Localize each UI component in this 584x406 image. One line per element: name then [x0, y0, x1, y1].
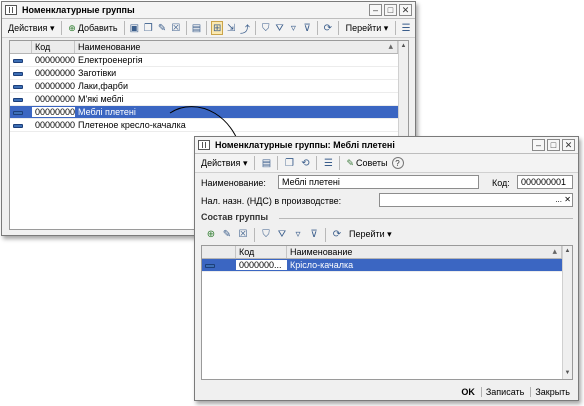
cell-code: 0000000... — [236, 260, 287, 270]
cell-name: Крісло-качалка — [290, 260, 354, 270]
name-field[interactable]: Меблі плетені — [278, 175, 479, 189]
code-label: Код: — [492, 178, 510, 188]
filter-icon[interactable]: ⛉ — [259, 228, 273, 242]
vertical-scrollbar[interactable]: ▲ ▼ — [562, 246, 572, 379]
form-buttons: OK Записать Закрыть — [195, 383, 578, 400]
element-icon — [205, 264, 215, 268]
edit-icon[interactable]: ✎ — [220, 228, 234, 242]
window-icon — [198, 140, 210, 150]
composition-toolbar: ⊕ ✎ ☒ ⛉ ⛛ ▿ ⊽ ⟳ Перейти ▾ — [201, 225, 573, 244]
copy-icon[interactable]: ❐ — [282, 156, 296, 170]
goto-menu[interactable]: Перейти ▾ — [346, 229, 395, 240]
filter-off-icon[interactable]: ⊽ — [307, 228, 321, 242]
save-button[interactable]: Записать — [480, 386, 528, 397]
composition-table: Код Наименование ▴ 0000000... Крісло-кача… — [201, 245, 573, 380]
maximize-button[interactable]: □ — [547, 139, 560, 151]
table-header: Код Наименование ▴ — [202, 246, 562, 259]
title-bar: Номенклатурные группы: Меблі плетені – □… — [195, 137, 578, 154]
add-icon[interactable]: ⊕ — [204, 228, 218, 242]
filter-value-icon[interactable]: ⛛ — [275, 228, 289, 242]
scroll-up-icon[interactable]: ▲ — [564, 248, 571, 255]
close-button[interactable]: ✕ — [562, 139, 575, 151]
refresh-icon[interactable]: ⟳ — [330, 228, 344, 242]
list-settings-icon[interactable]: ☰ — [321, 156, 335, 170]
filter-list-icon[interactable]: ▿ — [291, 228, 305, 242]
row-marker — [202, 260, 236, 270]
table-row[interactable]: 0000000... Крісло-качалка — [202, 259, 562, 272]
tips-icon: ✎ — [346, 157, 355, 168]
minimize-button[interactable]: – — [532, 139, 545, 151]
clear-icon[interactable]: ✕ — [564, 194, 571, 206]
reread-icon[interactable]: ⟲ — [298, 156, 312, 170]
column-name[interactable]: Наименование ▴ — [287, 246, 562, 258]
name-label: Наименование: — [201, 178, 266, 188]
code-field[interactable]: 000000001 — [517, 175, 573, 189]
scroll-down-icon[interactable]: ▼ — [564, 370, 571, 377]
section-title: Состав группы — [201, 212, 269, 222]
tips-button[interactable]: ✎ Советы — [344, 158, 389, 169]
save-icon[interactable]: ▤ — [259, 156, 273, 170]
delete-icon[interactable]: ☒ — [236, 228, 250, 242]
close-form-button[interactable]: Закрыть — [530, 386, 574, 397]
vat-label: Нал. назн. (НДС) в производстве: — [201, 196, 342, 206]
vat-field[interactable]: ... ✕ — [379, 193, 573, 207]
ok-button[interactable]: OK — [457, 387, 479, 397]
help-icon[interactable]: ? — [391, 157, 404, 169]
select-button[interactable]: ... — [555, 194, 562, 206]
sort-icon: ▴ — [552, 246, 557, 256]
window-group-form: Номенклатурные группы: Меблі плетені – □… — [194, 136, 579, 401]
window-title: Номенклатурные группы: Меблі плетені — [215, 140, 395, 150]
column-code[interactable]: Код — [236, 246, 287, 258]
actions-menu[interactable]: Действия ▾ — [198, 158, 250, 169]
toolbar: Действия ▾ ▤ ❐ ⟲ ☰ ✎ Советы ? — [195, 154, 578, 173]
